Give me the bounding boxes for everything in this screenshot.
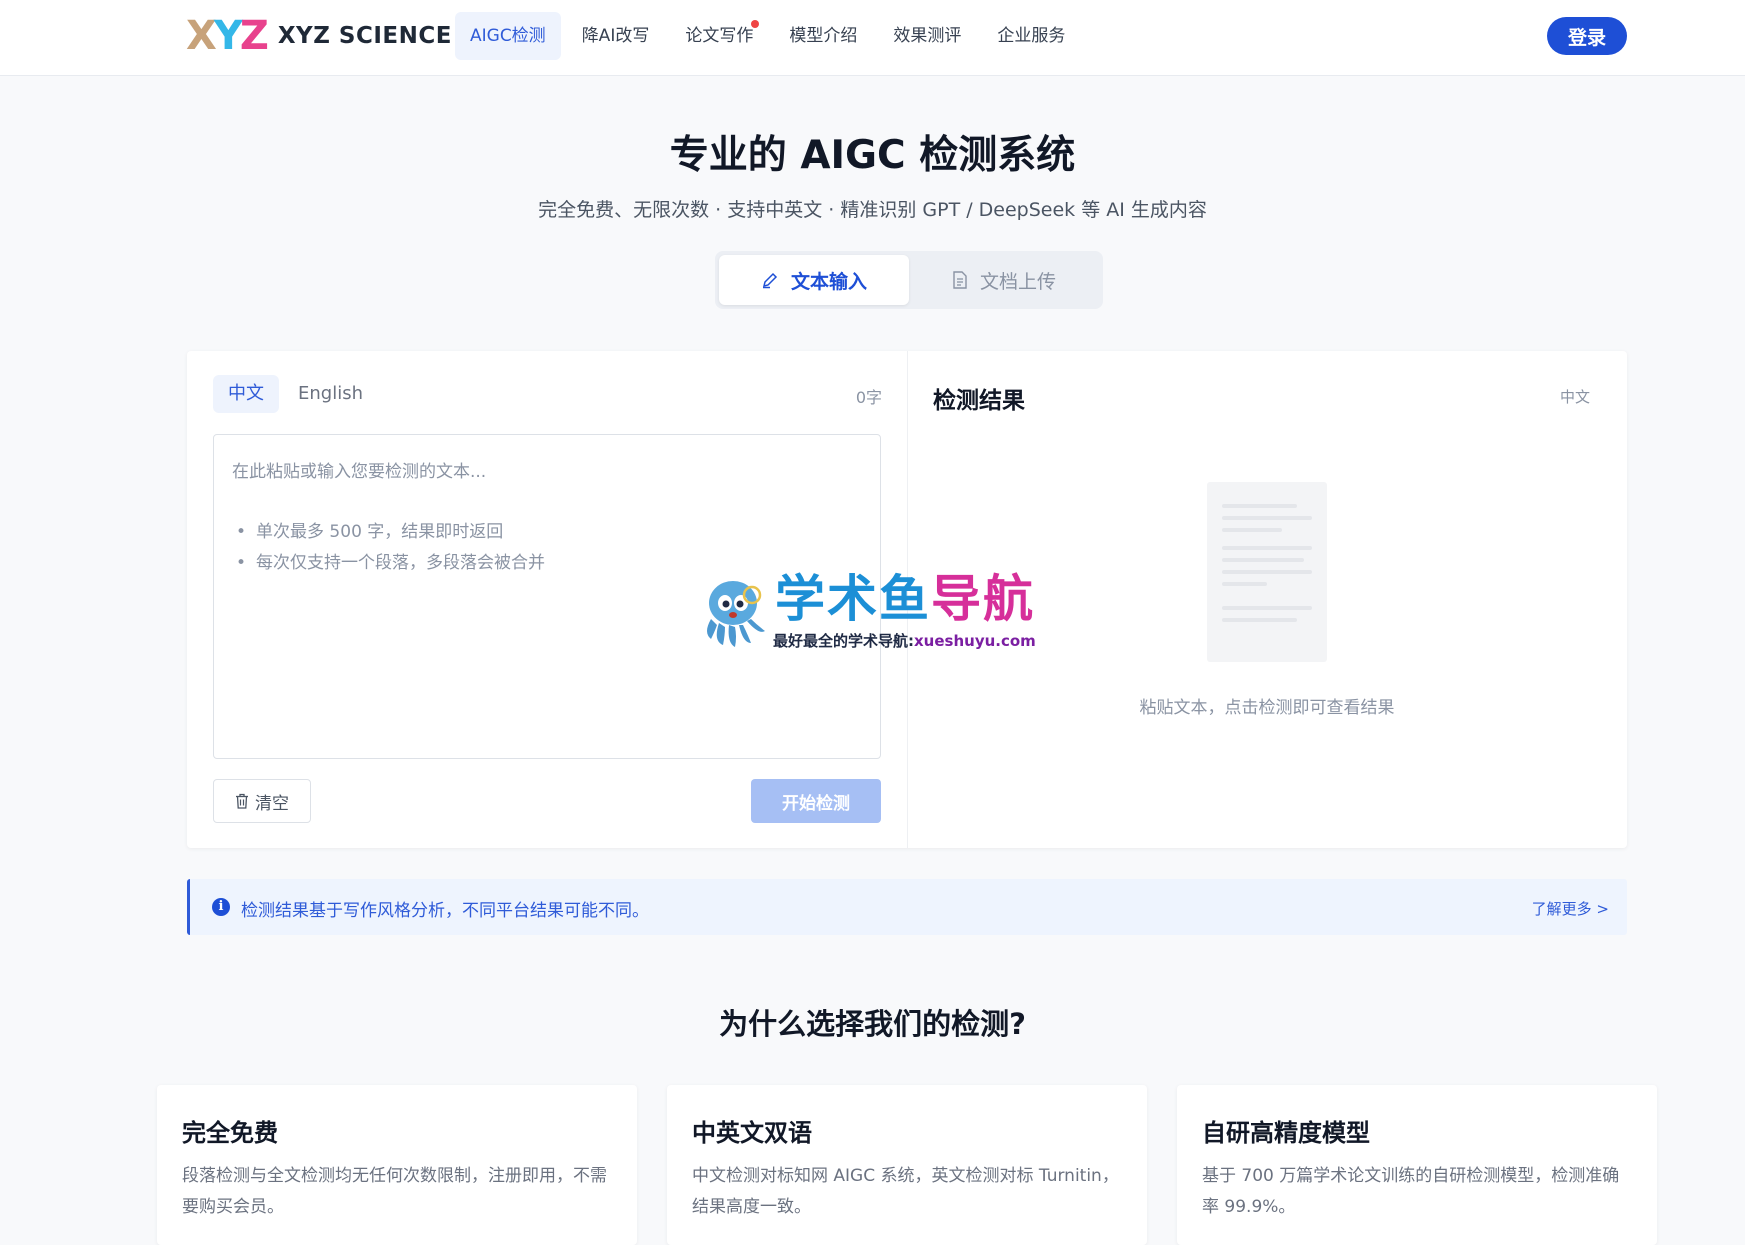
notification-dot bbox=[751, 20, 760, 28]
logo-text: XYZ SCIENCE bbox=[277, 23, 452, 49]
login-button[interactable]: 登录 bbox=[1547, 17, 1627, 55]
info-notice: i 检测结果基于写作风格分析，不同平台结果可能不同。 了解更多 > bbox=[187, 879, 1627, 935]
feature-description: 段落检测与全文检测均无任何次数限制，注册即用，不需要购买会员。 bbox=[182, 1166, 607, 1217]
nav-item-reduce-ai[interactable]: 降AI改写 bbox=[567, 12, 665, 60]
feature-description: 基于 700 万篇学术论文训练的自研检测模型，检测准确率 99.9%。 bbox=[1202, 1166, 1620, 1217]
tab-document-upload[interactable]: 文档上传 bbox=[909, 255, 1099, 305]
input-hints: 单次最多 500 字，结果即时返回 每次仅支持一个段落，多段落会被合并 bbox=[232, 517, 545, 579]
page-subtitle: 完全免费、无限次数 · 支持中英文 · 精准识别 GPT / DeepSeek … bbox=[538, 199, 1207, 221]
watermark-logo: 学术鱼导航 最好最全的学术导航:xueshuyu.com bbox=[697, 570, 1057, 653]
trash-icon bbox=[235, 793, 249, 809]
document-icon bbox=[952, 271, 968, 289]
watermark-subtitle: 最好最全的学术导航:xueshuyu.com bbox=[773, 632, 1036, 650]
start-detect-button[interactable]: 开始检测 bbox=[751, 779, 881, 823]
nav-item-model-intro[interactable]: 模型介绍 bbox=[774, 12, 872, 60]
feature-title: 中英文双语 bbox=[692, 1119, 812, 1147]
input-mode-tabs: 文本输入 文档上传 bbox=[715, 251, 1103, 309]
hint-item: 每次仅支持一个段落，多段落会被合并 bbox=[232, 548, 545, 579]
char-count: 0字 bbox=[855, 388, 882, 407]
lang-tab-chinese[interactable]: 中文 bbox=[213, 375, 279, 413]
feature-description: 中文检测对标知网 AIGC 系统，英文检测对标 Turnitin，结果高度一致。 bbox=[692, 1166, 1119, 1217]
section-title-why: 为什么选择我们的检测? bbox=[719, 1007, 1026, 1041]
nav-item-label: 论文写作 bbox=[685, 26, 754, 46]
site-logo[interactable]: X Y Z XYZ SCIENCE bbox=[186, 14, 452, 58]
feature-card-free: 完全免费 段落检测与全文检测均无任何次数限制，注册即用，不需要购买会员。 bbox=[157, 1085, 637, 1245]
octopus-icon bbox=[707, 581, 765, 647]
watermark-title: 学术鱼导航 bbox=[775, 570, 1035, 628]
result-language: 中文 bbox=[1560, 388, 1591, 406]
learn-more-link[interactable]: 了解更多 > bbox=[1532, 898, 1609, 919]
feature-card-bilingual: 中英文双语 中文检测对标知网 AIGC 系统，英文检测对标 Turnitin，结… bbox=[667, 1085, 1147, 1245]
empty-document-illustration bbox=[1207, 482, 1327, 662]
page-title: 专业的 AIGC 检测系统 bbox=[669, 133, 1076, 178]
lang-tab-english[interactable]: English bbox=[283, 375, 378, 413]
logo-mark: X Y Z bbox=[186, 13, 269, 59]
tab-label: 文本输入 bbox=[790, 270, 867, 293]
clear-label: 清空 bbox=[255, 793, 289, 814]
clear-button[interactable]: 清空 bbox=[213, 779, 311, 823]
result-empty-text: 粘贴文本，点击检测即可查看结果 bbox=[1139, 698, 1395, 718]
feature-card-model: 自研高精度模型 基于 700 万篇学术论文训练的自研检测模型，检测准确率 99.… bbox=[1177, 1085, 1657, 1245]
tab-label: 文档上传 bbox=[979, 270, 1056, 293]
nav-item-enterprise[interactable]: 企业服务 bbox=[982, 12, 1080, 60]
input-placeholder: 在此粘贴或输入您要检测的文本... bbox=[232, 462, 487, 482]
nav-item-evaluation[interactable]: 效果测评 bbox=[878, 12, 976, 60]
result-title: 检测结果 bbox=[933, 388, 1025, 414]
info-text: 检测结果基于写作风格分析，不同平台结果可能不同。 bbox=[241, 901, 649, 921]
hint-item: 单次最多 500 字，结果即时返回 bbox=[232, 517, 545, 548]
nav-item-aigc-detect[interactable]: AIGC检测 bbox=[455, 12, 561, 60]
tab-text-input[interactable]: 文本输入 bbox=[719, 255, 909, 305]
main-nav: AIGC检测 降AI改写 论文写作 模型介绍 效果测评 企业服务 bbox=[455, 12, 1086, 60]
feature-title: 完全免费 bbox=[182, 1119, 278, 1147]
nav-item-paper-writing[interactable]: 论文写作 bbox=[670, 12, 768, 60]
pencil-icon bbox=[761, 271, 779, 289]
feature-title: 自研高精度模型 bbox=[1202, 1119, 1370, 1147]
info-icon: i bbox=[212, 898, 230, 916]
top-header: X Y Z XYZ SCIENCE AIGC检测 降AI改写 论文写作 模型介绍… bbox=[0, 0, 1745, 76]
